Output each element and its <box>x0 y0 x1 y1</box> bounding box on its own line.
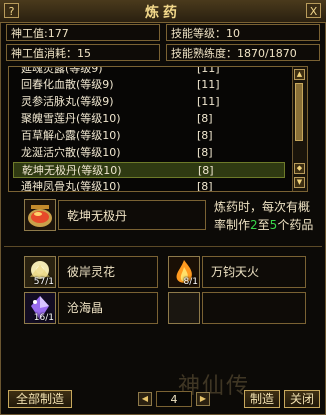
make-all-button[interactable]: 全部制造 <box>8 390 72 408</box>
material-slot[interactable]: 16/1 <box>24 292 56 324</box>
list-item[interactable]: 灵参活脉丸(等级9) [11] <box>13 94 285 110</box>
material-name: 万钧天火 <box>202 256 306 288</box>
recipe-name: 百草解心露(等级10) <box>21 129 121 142</box>
scroll-up-icon[interactable]: ▲ <box>294 69 305 80</box>
empty-material-slot <box>168 292 200 324</box>
list-item[interactable]: 通神凤骨丸(等级10) [8] <box>13 179 285 192</box>
material-name: 沧海晶 <box>58 292 158 324</box>
title-bar[interactable]: ? 炼药 X <box>0 0 326 23</box>
scroll-thumb[interactable] <box>295 83 303 141</box>
recipe-name: 延魂灵露(等级9) <box>21 66 103 75</box>
close-icon[interactable]: X <box>306 3 321 18</box>
material-slot[interactable]: 8/1 <box>168 256 200 288</box>
material-count: 57/1 <box>33 277 54 287</box>
recipe-count: [11] <box>197 66 220 75</box>
desc-suffix: 个药品 <box>277 218 314 232</box>
product-name: 乾坤无极丹 <box>58 200 206 230</box>
list-item[interactable]: 百草解心露(等级10) [8] <box>13 128 285 144</box>
recipe-count: [8] <box>197 112 213 125</box>
material-count: 16/1 <box>33 313 54 323</box>
material-name: 彼岸灵花 <box>58 256 158 288</box>
make-button[interactable]: 制造 <box>244 390 280 408</box>
skill-level: 技能等级：10 <box>166 24 320 41</box>
recipe-name: 乾坤无极丹(等级10) <box>22 164 122 177</box>
close-button[interactable]: 关闭 <box>284 390 320 408</box>
scroll-down-icon[interactable]: ▼ <box>294 177 305 188</box>
recipe-count: [11] <box>197 78 220 91</box>
recipe-count: [8] <box>197 129 213 142</box>
recipe-count: [11] <box>197 95 220 108</box>
recipe-name: 灵参活脉丸(等级9) <box>21 95 114 108</box>
divider <box>4 246 322 247</box>
increase-quantity-icon[interactable]: ▶ <box>196 392 210 406</box>
product-description: 炼药时，每次有概率制作2至5个药品 <box>214 198 318 234</box>
desc-min: 2 <box>250 218 258 232</box>
list-scrollbar[interactable]: ▲ ◆ ▼ <box>292 67 307 191</box>
recipe-name: 通神凤骨丸(等级10) <box>21 180 121 192</box>
list-item-selected[interactable]: 乾坤无极丹(等级10) [8] <box>13 162 285 178</box>
list-item[interactable]: 聚魄雪莲丹(等级10) [8] <box>13 111 285 127</box>
recipe-name: 回春化血散(等级9) <box>21 78 114 91</box>
material-count: 8/1 <box>183 277 198 287</box>
recipe-list[interactable]: 延魂灵露(等级9) [11] 回春化血散(等级9) [11] 灵参活脉丸(等级9… <box>8 66 308 192</box>
red-flask-icon <box>25 200 55 230</box>
empty-material-name <box>202 292 306 324</box>
recipe-count: [8] <box>198 164 214 177</box>
gong-value: 神工值:177 <box>6 24 160 41</box>
material-slot[interactable]: 57/1 <box>24 256 56 288</box>
quantity-field[interactable]: 4 <box>156 391 192 407</box>
list-item[interactable]: 回春化血散(等级9) [11] <box>13 77 285 93</box>
decrease-quantity-icon[interactable]: ◀ <box>138 392 152 406</box>
recipe-name: 聚魄雪莲丹(等级10) <box>21 112 121 125</box>
list-item[interactable]: 延魂灵露(等级9) [11] <box>13 66 285 77</box>
list-item[interactable]: 龙涎活穴散(等级10) [8] <box>13 145 285 161</box>
scroll-up-arrow-icon[interactable]: ◆ <box>294 163 305 174</box>
recipe-count: [8] <box>197 180 213 192</box>
gong-consume: 神工值消耗：15 <box>6 44 160 61</box>
product-icon[interactable] <box>24 199 56 231</box>
recipe-name: 龙涎活穴散(等级10) <box>21 146 121 159</box>
window-title: 炼药 <box>145 5 181 21</box>
recipe-count: [8] <box>197 146 213 159</box>
desc-mid: 至 <box>257 218 270 232</box>
skill-proficiency: 技能熟练度：1870/1870 <box>166 44 320 61</box>
